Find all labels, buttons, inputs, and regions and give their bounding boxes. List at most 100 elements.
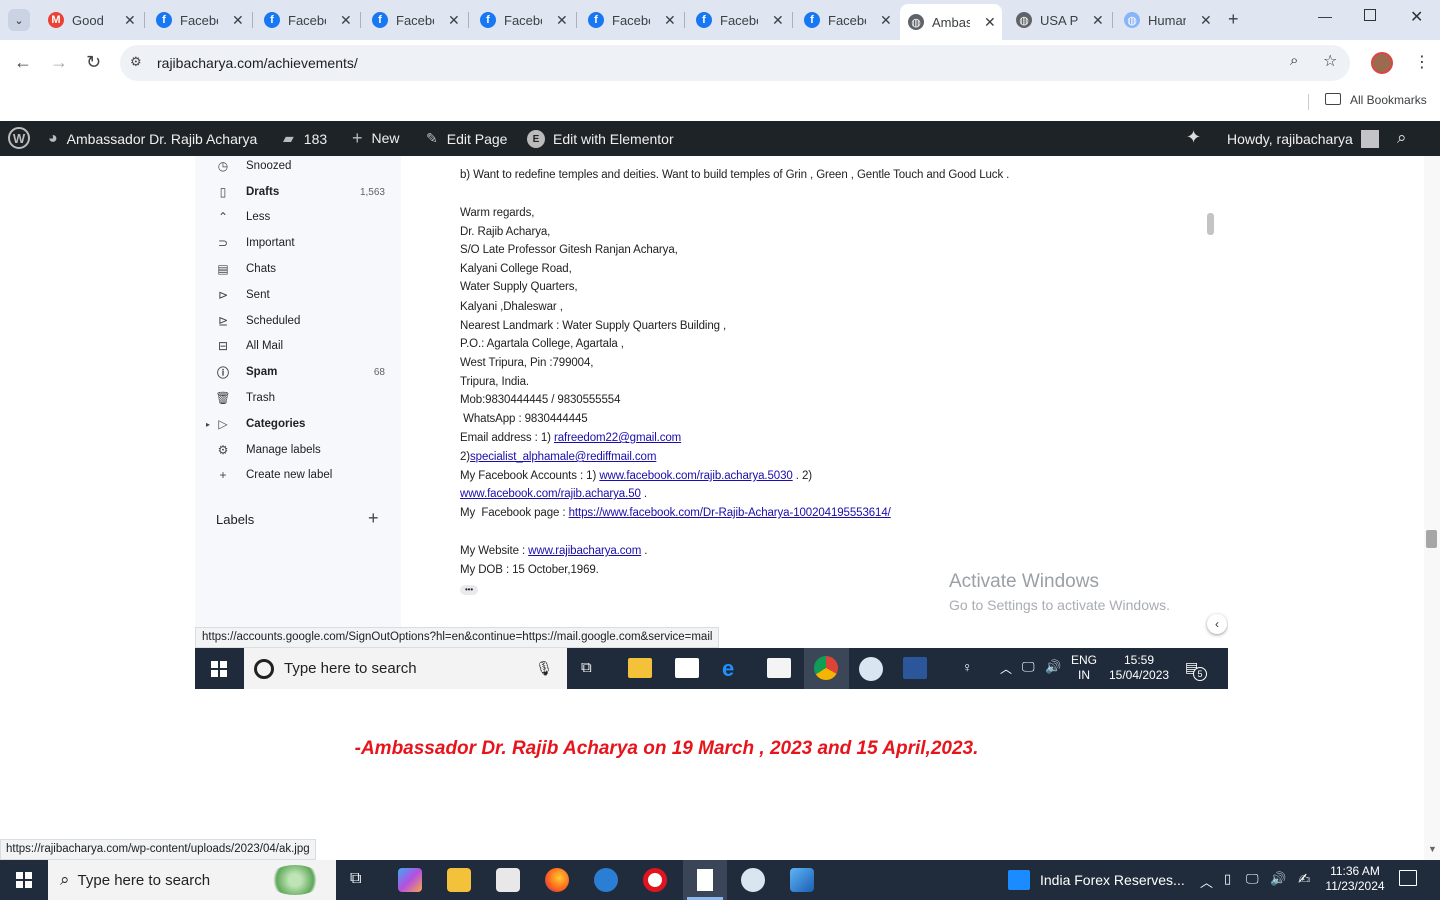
task-view-icon[interactable]: ⧉ bbox=[350, 870, 361, 888]
app-icon[interactable] bbox=[741, 868, 765, 892]
ai-sparkle-icon[interactable]: ✦ bbox=[1186, 127, 1201, 148]
new-tab-plus-icon[interactable]: + bbox=[1228, 9, 1239, 30]
tab-close-icon[interactable]: ✕ bbox=[984, 14, 996, 31]
search-icon[interactable]: ⌕ bbox=[1397, 128, 1407, 148]
browser-tab[interactable]: ◍ USA Pr ✕ bbox=[1008, 6, 1108, 34]
tab-close-icon[interactable]: ✕ bbox=[448, 12, 460, 29]
browser-tab[interactable]: f Facebo ✕ bbox=[472, 6, 572, 34]
sidebar-item[interactable]: ◷ Snoozed bbox=[215, 156, 385, 176]
browser-tab[interactable]: f Facebo ✕ bbox=[364, 6, 464, 34]
photos-icon[interactable] bbox=[790, 868, 814, 892]
tab-close-icon[interactable]: ✕ bbox=[772, 12, 784, 29]
comments-link[interactable]: ▰ 183 bbox=[283, 130, 327, 147]
notification-center-icon[interactable] bbox=[1399, 870, 1417, 886]
sidebar-item[interactable]: ⊟ All Mail bbox=[215, 336, 385, 356]
tab-close-icon[interactable]: ✕ bbox=[232, 12, 244, 29]
facebook-link-1[interactable]: www.facebook.com/rajib.acharya.5030 bbox=[599, 470, 792, 482]
sidebar-item[interactable]: ⊵ Scheduled bbox=[215, 311, 385, 331]
microphone-icon[interactable]: 🎙 bbox=[535, 660, 553, 677]
windows-start-icon[interactable] bbox=[211, 661, 227, 677]
tab-search-chevron-icon[interactable]: ⌄ bbox=[8, 9, 30, 31]
site-name-link[interactable]: ◕ Ambassador Dr. Rajib Acharya bbox=[48, 130, 257, 148]
url-text[interactable]: rajibacharya.com/achievements/ bbox=[157, 55, 358, 71]
tab-close-icon[interactable]: ✕ bbox=[664, 12, 676, 29]
tab-close-icon[interactable]: ✕ bbox=[1200, 12, 1212, 29]
network-icon[interactable]: 🖵 bbox=[1022, 659, 1035, 675]
facebook-page-link[interactable]: https://www.facebook.com/Dr-Rajib-Achary… bbox=[569, 507, 891, 519]
minimize-icon[interactable]: — bbox=[1318, 8, 1332, 24]
tab-close-icon[interactable]: ✕ bbox=[556, 12, 568, 29]
task-view-icon[interactable]: ⧉ bbox=[581, 659, 592, 676]
tab-close-icon[interactable]: ✕ bbox=[124, 12, 136, 29]
firefox-icon[interactable] bbox=[545, 868, 569, 892]
tray-chevron-up-icon[interactable]: ︿ bbox=[1000, 660, 1012, 677]
tab-close-icon[interactable]: ✕ bbox=[1092, 12, 1104, 29]
sidebar-item[interactable]: ⊃ Important bbox=[215, 233, 385, 253]
news-headline[interactable]: India Forex Reserves... bbox=[1040, 872, 1185, 888]
store-icon[interactable] bbox=[496, 868, 520, 892]
volume-icon[interactable]: 🔊 bbox=[1045, 659, 1061, 675]
app-icon[interactable] bbox=[594, 868, 618, 892]
scroll-down-arrow-icon[interactable]: ▼ bbox=[1428, 844, 1437, 854]
close-window-icon[interactable]: ✕ bbox=[1410, 7, 1423, 27]
opera-icon[interactable] bbox=[643, 868, 667, 892]
network-icon[interactable]: 🖵 bbox=[1246, 871, 1259, 887]
inner-clock[interactable]: 15:59 15/04/2023 bbox=[1109, 653, 1169, 683]
bookmark-star-icon[interactable]: ☆ bbox=[1323, 51, 1337, 71]
browser-tab[interactable]: f Facebo ✕ bbox=[796, 6, 896, 34]
sidebar-item[interactable]: ⌃ Less bbox=[215, 207, 385, 227]
address-bar[interactable]: ⚙ rajibacharya.com/achievements/ ⌕ ☆ bbox=[120, 45, 1350, 81]
mail-icon[interactable] bbox=[675, 658, 699, 678]
browser-tab[interactable]: f Facebo ✕ bbox=[148, 6, 248, 34]
email-link-1[interactable]: rafreedom22@gmail.com bbox=[554, 432, 681, 444]
facebook-link-2[interactable]: www.facebook.com/rajib.acharya.50 bbox=[460, 488, 641, 500]
people-icon[interactable]: ♀ bbox=[962, 659, 973, 675]
browser-tab[interactable]: f Facebo ✕ bbox=[580, 6, 680, 34]
sidebar-item[interactable]: ⓘ Spam 68 bbox=[215, 362, 385, 382]
volume-icon[interactable]: 🔊 bbox=[1270, 871, 1286, 887]
news-widget-icon[interactable] bbox=[1008, 870, 1030, 890]
wordpress-logo-icon[interactable]: W bbox=[8, 127, 30, 149]
inner-lang[interactable]: ENG IN bbox=[1071, 653, 1097, 683]
pen-icon[interactable]: ✍ bbox=[1298, 870, 1311, 888]
store-icon[interactable] bbox=[767, 658, 791, 678]
browser-tab[interactable]: M Good ✕ bbox=[40, 6, 140, 34]
inner-search-box[interactable]: Type here to search 🎙 bbox=[244, 648, 567, 689]
reload-icon[interactable]: ↻ bbox=[86, 52, 101, 73]
edit-elementor-link[interactable]: E Edit with Elementor bbox=[527, 130, 674, 148]
windows-start-icon[interactable] bbox=[16, 872, 32, 888]
forward-arrow-icon[interactable]: → bbox=[50, 52, 68, 73]
back-arrow-icon[interactable]: ← bbox=[14, 52, 32, 73]
sidebar-item[interactable]: ▯ Drafts 1,563 bbox=[215, 182, 385, 202]
scrollbar-thumb[interactable] bbox=[1426, 530, 1437, 548]
sidebar-item[interactable]: 🗑 Trash bbox=[215, 388, 385, 408]
browser-tab[interactable]: f Facebo ✕ bbox=[256, 6, 356, 34]
clock[interactable]: 11:36 AM 11/23/2024 bbox=[1320, 864, 1390, 894]
new-content-link[interactable]: + New bbox=[352, 129, 400, 147]
restore-icon[interactable] bbox=[1364, 9, 1376, 21]
app-icon[interactable] bbox=[859, 657, 883, 681]
sidebar-item[interactable]: ▸ ▷ Categories bbox=[206, 414, 385, 434]
tab-close-icon[interactable]: ✕ bbox=[880, 12, 892, 29]
expand-arrow-icon[interactable]: ▸ bbox=[206, 420, 210, 429]
sidebar-item[interactable]: ▤ Chats bbox=[215, 259, 385, 279]
page-scrollbar[interactable]: ▼ bbox=[1424, 156, 1440, 860]
file-explorer-icon[interactable] bbox=[628, 658, 652, 678]
zoom-icon[interactable]: ⌕ bbox=[1290, 52, 1298, 69]
email-scrollbar-thumb[interactable] bbox=[1207, 213, 1214, 235]
show-trimmed-content-button[interactable]: ••• bbox=[460, 585, 478, 595]
browser-tab[interactable]: ◍ Ambas ✕ bbox=[900, 4, 1002, 40]
website-link[interactable]: www.rajibacharya.com bbox=[528, 545, 641, 557]
tab-close-icon[interactable]: ✕ bbox=[340, 12, 352, 29]
email-link-2[interactable]: specialist_alphamale@rediffmail.com bbox=[470, 451, 656, 463]
menu-dots-icon[interactable]: ⋮ bbox=[1414, 52, 1430, 72]
all-bookmarks-link[interactable]: All Bookmarks bbox=[1350, 93, 1427, 107]
word-icon[interactable] bbox=[903, 657, 927, 679]
notepad-active-tile[interactable] bbox=[683, 860, 727, 900]
sidebar-item[interactable]: ⊳ Sent bbox=[215, 285, 385, 305]
user-account-link[interactable]: Howdy, rajibacharya bbox=[1227, 130, 1379, 148]
chrome-active-tile[interactable] bbox=[804, 648, 849, 689]
profile-avatar[interactable] bbox=[1371, 52, 1393, 74]
side-panel-chevron-icon[interactable]: ‹ bbox=[1207, 614, 1227, 634]
copilot-icon[interactable] bbox=[398, 868, 422, 892]
